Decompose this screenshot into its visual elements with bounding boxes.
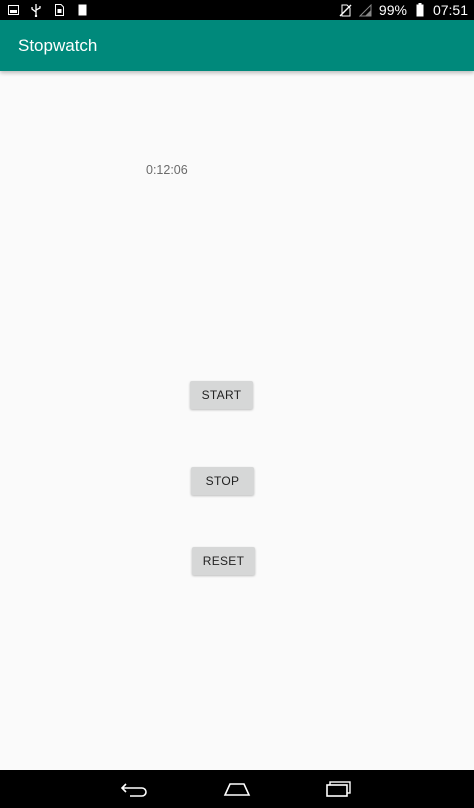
app-bar: Stopwatch (0, 20, 474, 71)
status-left-icons (6, 3, 89, 17)
image-icon (6, 3, 20, 17)
usb-icon (29, 3, 43, 17)
recents-icon[interactable] (323, 778, 355, 800)
back-icon[interactable] (119, 778, 151, 800)
main-content: 0:12:06 START STOP RESET (0, 71, 474, 770)
no-sim-icon (339, 3, 353, 17)
home-icon[interactable] (221, 778, 253, 800)
navigation-bar (0, 770, 474, 808)
battery-percent: 99% (378, 2, 407, 18)
start-button[interactable]: START (190, 381, 253, 409)
stop-button[interactable]: STOP (191, 467, 254, 495)
reset-button[interactable]: RESET (192, 547, 255, 575)
sd-card-icon (75, 3, 89, 17)
status-time: 07:51 (432, 2, 468, 18)
app-title: Stopwatch (18, 35, 98, 55)
status-bar: 99% 07:51 (0, 0, 474, 20)
battery-icon (413, 3, 427, 17)
stopwatch-time: 0:12:06 (146, 163, 188, 177)
status-right-icons: 99% 07:51 (339, 2, 468, 18)
signal-icon (359, 3, 373, 17)
sim-icon (52, 3, 66, 17)
